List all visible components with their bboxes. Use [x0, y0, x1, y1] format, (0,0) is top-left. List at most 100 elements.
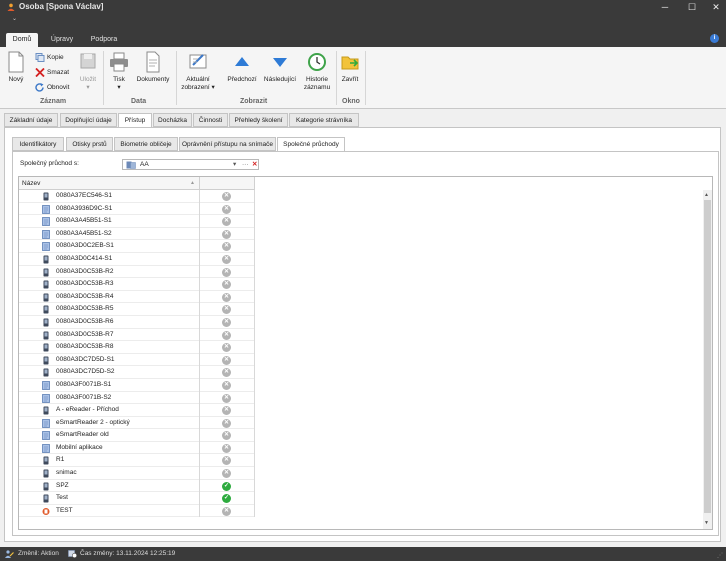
x-icon[interactable]: ✕: [222, 456, 231, 466]
cell-status[interactable]: ✕: [200, 315, 255, 329]
cell-status[interactable]: ✕: [200, 190, 255, 203]
table-row[interactable]: 0080A3D0C53B-R4 ✕: [19, 290, 255, 304]
tab-otisky-prstu[interactable]: Otisky prstů: [66, 137, 113, 151]
x-icon[interactable]: ✕: [222, 380, 231, 390]
tab-kategorie-stravnika[interactable]: Kategorie strávníka: [289, 113, 359, 127]
ribbon-tab-podpora[interactable]: Podpora: [86, 33, 122, 47]
table-row[interactable]: A - eReader - Příchod ✕: [19, 404, 255, 417]
cell-status[interactable]: ✕: [200, 504, 255, 518]
cell-name[interactable]: eSmartReader 2 - optický: [19, 416, 200, 430]
x-icon[interactable]: ✕: [222, 406, 231, 416]
cell-name[interactable]: SPZ: [19, 479, 200, 493]
table-row[interactable]: 0080A3D0C2EB-S1 ✕: [19, 240, 255, 253]
cell-name[interactable]: 0080A3DC7D5D-S1: [19, 353, 200, 367]
x-icon[interactable]: ✕: [222, 292, 231, 302]
x-icon[interactable]: ✕: [222, 242, 231, 252]
cell-status[interactable]: ✕: [200, 391, 255, 405]
x-icon[interactable]: ✕: [222, 418, 231, 428]
cell-name[interactable]: 0080A3A45B51-S2: [19, 227, 200, 241]
table-row[interactable]: 0080A3D0C53B-R6 ✕: [19, 315, 255, 329]
cell-status[interactable]: ✕: [200, 429, 255, 442]
cell-name[interactable]: 0080A3D0C53B-R5: [19, 303, 200, 316]
table-row[interactable]: 0080A3DC7D5D-S2 ✕: [19, 366, 255, 379]
cell-status[interactable]: ✕: [200, 215, 255, 228]
tab-pristup[interactable]: Přístup: [118, 113, 152, 128]
x-icon[interactable]: ✕: [222, 330, 231, 340]
cell-name[interactable]: eSmartReader old: [19, 429, 200, 442]
table-row[interactable]: eSmartReader 2 - optický ✕: [19, 416, 255, 430]
table-row[interactable]: SPZ ✓: [19, 479, 255, 493]
combo-clear-icon[interactable]: ✕: [252, 160, 257, 169]
delete-button[interactable]: Smazat: [35, 67, 69, 78]
table-row[interactable]: 0080A3D0C53B-R7 ✕: [19, 328, 255, 342]
table-row[interactable]: TEST ✕: [19, 504, 255, 518]
close-button[interactable]: ✕: [704, 1, 726, 13]
table-row[interactable]: 0080A37EC546-S1 ✕: [19, 190, 255, 203]
tab-prehledy-skoleni[interactable]: Přehledy školení: [229, 113, 288, 127]
cell-status[interactable]: ✕: [200, 378, 255, 392]
table-row[interactable]: snimac ✕: [19, 467, 255, 480]
cell-status[interactable]: ✕: [200, 366, 255, 379]
cell-status[interactable]: ✕: [200, 467, 255, 480]
cell-status[interactable]: ✓: [200, 492, 255, 505]
shared-passage-combobox[interactable]: AA ▾ ··· ✕: [122, 159, 259, 170]
x-icon[interactable]: ✕: [222, 355, 231, 365]
next-button[interactable]: Následující: [261, 51, 299, 84]
cell-status[interactable]: ✕: [200, 202, 255, 216]
cell-name[interactable]: 0080A3D0C53B-R7: [19, 328, 200, 342]
scroll-up-icon[interactable]: ▲: [704, 192, 709, 198]
documents-button[interactable]: Dokumenty: [135, 51, 171, 84]
tab-opravneni-pristupu[interactable]: Oprávnění přístupu na snímače: [179, 137, 276, 151]
maximize-button[interactable]: ☐: [680, 1, 704, 13]
table-row[interactable]: 0080A3A45B51-S1 ✕: [19, 215, 255, 228]
cell-status[interactable]: ✕: [200, 454, 255, 468]
cell-status[interactable]: ✕: [200, 252, 255, 266]
cell-name[interactable]: A - eReader - Příchod: [19, 404, 200, 417]
cell-name[interactable]: 0080A37EC546-S1: [19, 190, 200, 203]
check-icon[interactable]: ✓: [222, 494, 231, 504]
tab-identifikatory[interactable]: Identifikátory: [12, 137, 64, 151]
table-row[interactable]: 0080A3D0C414-S1 ✕: [19, 252, 255, 266]
x-icon[interactable]: ✕: [222, 267, 231, 277]
help-info-icon[interactable]: i: [710, 34, 719, 43]
ribbon-tab-domu[interactable]: Domů: [6, 33, 38, 47]
cell-status[interactable]: ✕: [200, 404, 255, 417]
cell-name[interactable]: 0080A3936D9C-S1: [19, 202, 200, 216]
tab-cinnosti[interactable]: Činnosti: [193, 113, 228, 127]
x-icon[interactable]: ✕: [222, 254, 231, 264]
cell-name[interactable]: 0080A3D0C2EB-S1: [19, 240, 200, 253]
close-record-button[interactable]: Zavřít: [338, 51, 362, 84]
check-icon[interactable]: ✓: [222, 481, 231, 491]
tab-zakladni-udaje[interactable]: Základní údaje: [4, 113, 58, 127]
cell-status[interactable]: ✕: [200, 240, 255, 253]
table-row[interactable]: 0080A3DC7D5D-S1 ✕: [19, 353, 255, 367]
x-icon[interactable]: ✕: [222, 506, 231, 516]
cell-name[interactable]: 0080A3D0C53B-R2: [19, 265, 200, 279]
table-row[interactable]: 0080A3D0C53B-R3 ✕: [19, 278, 255, 291]
table-row[interactable]: 0080A3F0071B-S2 ✕: [19, 391, 255, 405]
tab-dochazka[interactable]: Docházka: [153, 113, 192, 127]
table-row[interactable]: 0080A3936D9C-S1 ✕: [19, 202, 255, 216]
table-row[interactable]: R1 ✕: [19, 454, 255, 468]
tab-spolecne-pruchody[interactable]: Společné průchody: [277, 137, 345, 152]
x-icon[interactable]: ✕: [222, 317, 231, 327]
cell-status[interactable]: ✕: [200, 265, 255, 279]
cell-status[interactable]: ✕: [200, 416, 255, 430]
x-icon[interactable]: ✕: [222, 431, 231, 441]
print-button[interactable]: Tisk ▾: [107, 51, 131, 92]
cell-status[interactable]: ✕: [200, 278, 255, 291]
cell-name[interactable]: R1: [19, 454, 200, 468]
cell-name[interactable]: 0080A3A45B51-S1: [19, 215, 200, 228]
table-row[interactable]: 0080A3F0071B-S1 ✕: [19, 378, 255, 392]
cell-status[interactable]: ✕: [200, 341, 255, 354]
combo-more-icon[interactable]: ···: [242, 160, 249, 169]
x-icon[interactable]: ✕: [222, 343, 231, 353]
table-row[interactable]: 0080A3D0C53B-R8 ✕: [19, 341, 255, 354]
new-button[interactable]: Nový: [4, 51, 28, 84]
cell-status[interactable]: ✓: [200, 479, 255, 493]
record-history-button[interactable]: Historie záznamu: [301, 51, 333, 92]
table-row[interactable]: 0080A3A45B51-S2 ✕: [19, 227, 255, 241]
table-row[interactable]: Test ✓: [19, 492, 255, 505]
cell-name[interactable]: 0080A3D0C53B-R3: [19, 278, 200, 291]
cell-name[interactable]: 0080A3D0C53B-R8: [19, 341, 200, 354]
